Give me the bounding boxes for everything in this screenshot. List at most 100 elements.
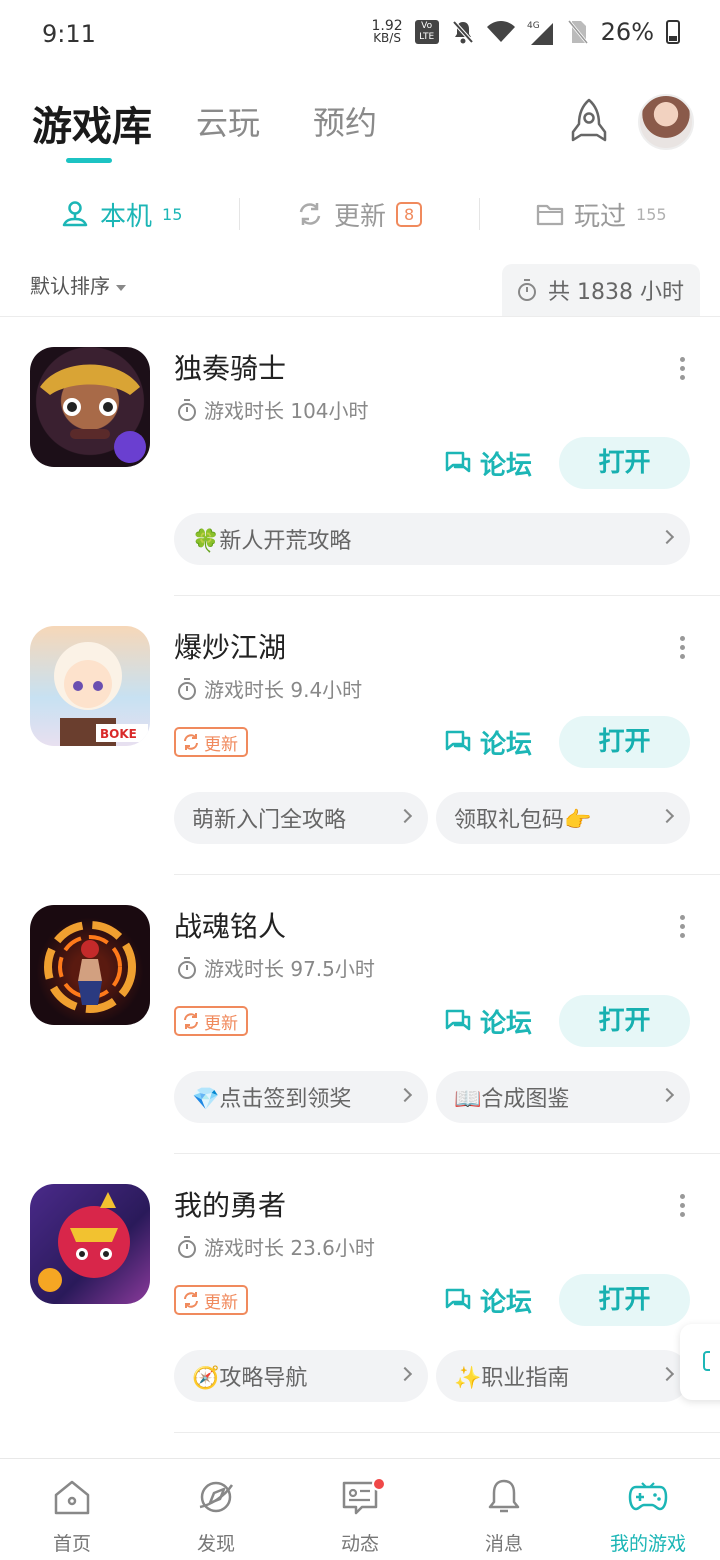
nav-label: 动态 bbox=[340, 1533, 379, 1555]
chevron-right-icon bbox=[659, 529, 675, 545]
bottom-navigation: 首页 发现 动态 消息 我的游戏 bbox=[0, 1458, 720, 1560]
nav-feed[interactable]: 动态 bbox=[288, 1459, 432, 1560]
forum-icon bbox=[445, 1009, 471, 1031]
sort-dropdown[interactable]: 默认排序 bbox=[30, 270, 126, 299]
network-speed: 1.92 KB/S bbox=[371, 18, 403, 45]
open-game-button[interactable]: 打开 bbox=[559, 995, 690, 1047]
guide-chip[interactable]: 📖合成图鉴 bbox=[436, 1071, 690, 1123]
stopwatch-icon bbox=[178, 956, 196, 979]
divider bbox=[239, 198, 240, 230]
svg-text:BOKE: BOKE bbox=[100, 727, 137, 741]
refresh-icon bbox=[299, 203, 321, 225]
guide-chip[interactable]: 🧭攻略导航 bbox=[174, 1350, 428, 1402]
game-art: BOKE bbox=[54, 642, 148, 746]
forum-icon bbox=[445, 730, 471, 752]
game-icon-zhanhun-mingren[interactable] bbox=[30, 905, 150, 1025]
battery-icon bbox=[666, 20, 680, 44]
game-item: BOKE 爆炒江湖 游戏时长 9.4小时 更新 论坛 打开 萌新入门全攻略 领取… bbox=[0, 596, 720, 876]
open-game-button[interactable]: 打开 bbox=[559, 437, 690, 489]
forum-button[interactable]: 论坛 bbox=[444, 437, 532, 489]
open-game-button[interactable]: 打开 bbox=[559, 1274, 690, 1326]
forum-button[interactable]: 论坛 bbox=[444, 1274, 532, 1326]
nav-label: 我的游戏 bbox=[609, 1533, 686, 1555]
game-item: 我的勇者 游戏时长 23.6小时 更新 论坛 打开 🧭攻略导航 ✨职业指南 bbox=[0, 1154, 720, 1434]
rocket-icon[interactable] bbox=[563, 96, 615, 148]
floating-download-tab[interactable] bbox=[680, 1324, 720, 1400]
game-icon-wode-yongzhe[interactable] bbox=[30, 1184, 150, 1304]
playtime-text: 游戏时长 104小时 bbox=[204, 399, 369, 423]
update-label: 更新 bbox=[204, 734, 238, 755]
forum-label: 论坛 bbox=[480, 1008, 533, 1039]
stopwatch-icon bbox=[178, 1235, 196, 1258]
more-options-icon[interactable] bbox=[678, 636, 686, 662]
nav-discover[interactable]: 发现 bbox=[144, 1459, 288, 1560]
chevron-right-icon bbox=[397, 1366, 413, 1382]
game-title: 我的勇者 bbox=[174, 1189, 287, 1222]
open-game-button[interactable]: 打开 bbox=[559, 716, 690, 768]
forum-label: 论坛 bbox=[480, 450, 533, 481]
update-badge[interactable]: 更新 bbox=[174, 727, 248, 757]
chip-label: 💎点击签到领奖 bbox=[192, 1087, 352, 1112]
user-device-icon bbox=[62, 201, 88, 227]
game-art bbox=[40, 364, 146, 463]
refresh-icon bbox=[184, 734, 198, 750]
game-icon-soul-knight[interactable] bbox=[30, 347, 150, 467]
tab-cloud-play[interactable]: 云玩 bbox=[196, 98, 260, 144]
nav-home[interactable]: 首页 bbox=[0, 1459, 144, 1560]
chip-label: 📖合成图鉴 bbox=[454, 1087, 570, 1112]
chip-label: 🧭攻略导航 bbox=[192, 1366, 308, 1391]
svg-text:4G: 4G bbox=[527, 21, 540, 31]
bell-off-icon bbox=[452, 20, 474, 44]
divider bbox=[479, 198, 480, 230]
battery-percent: 26% bbox=[600, 18, 654, 46]
signal-4g-icon: 4G bbox=[527, 21, 553, 45]
guide-chip[interactable]: ✨职业指南 bbox=[436, 1350, 690, 1402]
chevron-right-icon bbox=[397, 808, 413, 824]
game-item: 独奏骑士 游戏时长 104小时 论坛 打开 🍀新人开荒攻略 bbox=[0, 317, 720, 597]
active-tab-indicator bbox=[66, 158, 112, 163]
subtab-local[interactable]: 本机 15 bbox=[60, 186, 182, 242]
subtab-played[interactable]: 玩过 155 bbox=[536, 186, 667, 242]
chevron-right-icon bbox=[659, 1366, 675, 1382]
update-label: 更新 bbox=[204, 1292, 238, 1313]
game-item: 战魂铭人 游戏时长 97.5小时 更新 论坛 打开 💎点击签到领奖 📖合成图鉴 bbox=[0, 875, 720, 1155]
chevron-right-icon bbox=[659, 808, 675, 824]
nav-my-games[interactable]: 我的游戏 bbox=[576, 1459, 720, 1560]
playtime-text: 游戏时长 23.6小时 bbox=[204, 1236, 375, 1260]
subtab-label: 玩过 bbox=[574, 201, 627, 232]
bell-icon bbox=[488, 1479, 520, 1513]
guide-chip[interactable]: 💎点击签到领奖 bbox=[174, 1071, 428, 1123]
more-options-icon[interactable] bbox=[678, 1194, 686, 1220]
game-playtime: 游戏时长 104小时 bbox=[176, 395, 369, 424]
divider bbox=[174, 1432, 720, 1433]
more-options-icon[interactable] bbox=[678, 915, 686, 941]
more-options-icon[interactable] bbox=[678, 357, 686, 383]
nav-messages[interactable]: 消息 bbox=[432, 1459, 576, 1560]
nav-label: 消息 bbox=[484, 1533, 523, 1555]
nav-label: 发现 bbox=[196, 1533, 235, 1555]
tab-reservation[interactable]: 预约 bbox=[313, 98, 377, 144]
game-playtime: 游戏时长 97.5小时 bbox=[176, 953, 375, 982]
guide-chip[interactable]: 🍀新人开荒攻略 bbox=[174, 513, 690, 565]
game-icon-baochao-jianghu[interactable]: BOKE bbox=[30, 626, 150, 746]
forum-button[interactable]: 论坛 bbox=[444, 716, 532, 768]
subtab-count: 155 bbox=[636, 204, 667, 224]
refresh-icon bbox=[184, 1013, 198, 1029]
subtab-count: 15 bbox=[162, 204, 183, 224]
status-icons: 1.92 KB/S Vo LTE 4G 26% bbox=[371, 18, 680, 46]
home-icon bbox=[54, 1480, 90, 1515]
tab-game-library[interactable]: 游戏库 bbox=[32, 94, 152, 152]
game-playtime: 游戏时长 23.6小时 bbox=[176, 1232, 375, 1261]
update-badge[interactable]: 更新 bbox=[174, 1006, 248, 1036]
guide-chip[interactable]: 领取礼包码👉 bbox=[436, 792, 690, 844]
forum-button[interactable]: 论坛 bbox=[444, 995, 532, 1047]
update-badge[interactable]: 更新 bbox=[174, 1285, 248, 1315]
chip-label: ✨职业指南 bbox=[454, 1366, 570, 1391]
chip-label: 🍀新人开荒攻略 bbox=[192, 529, 352, 554]
game-art bbox=[44, 921, 136, 1013]
user-avatar[interactable] bbox=[638, 94, 694, 150]
guide-chip[interactable]: 萌新入门全攻略 bbox=[174, 792, 428, 844]
folder-icon bbox=[536, 204, 564, 226]
dropdown-arrow-icon bbox=[116, 284, 126, 291]
subtab-updates[interactable]: 更新 8 bbox=[296, 186, 423, 242]
